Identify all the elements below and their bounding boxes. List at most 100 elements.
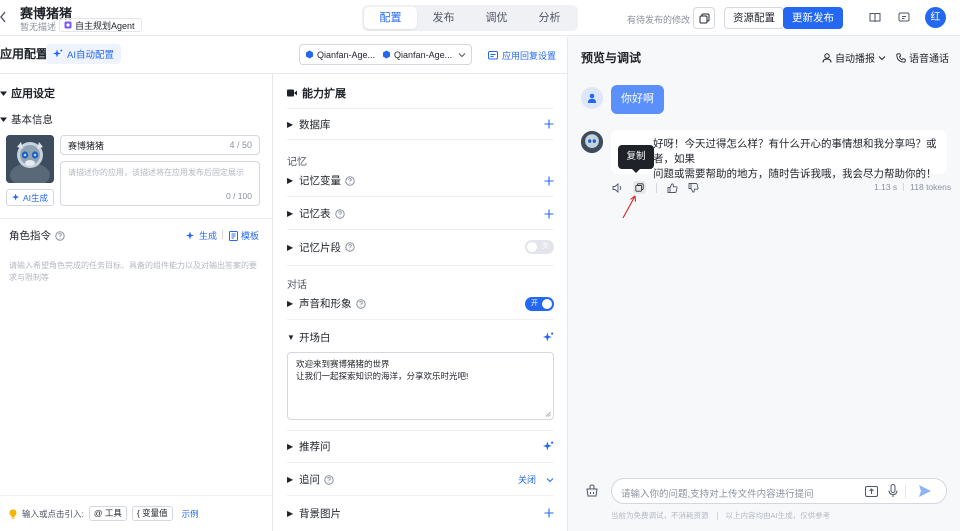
memory-variables-row[interactable]: ▶ 记忆变量 — [287, 165, 554, 197]
chat-input-placeholder: 请输入你的问题,支持对上传文件内容进行提问 — [621, 489, 814, 500]
ai-generate-avatar-button[interactable]: AI生成 — [6, 189, 54, 206]
video-icon — [287, 89, 297, 97]
capability-title: 能力扩展 — [302, 88, 346, 100]
suggested-questions-label: 推荐问 — [299, 441, 331, 453]
voice-image-row[interactable]: ▶ 声音和形象 开 — [287, 288, 554, 320]
template-button[interactable]: 模板 — [229, 229, 259, 242]
tab-analysis[interactable]: 分析 — [523, 7, 576, 29]
resource-config-button[interactable]: 资源配置 — [724, 7, 784, 29]
add-icon[interactable] — [544, 209, 554, 219]
chat-settings-icon — [488, 50, 498, 59]
caret-right-icon: ▶ — [287, 508, 294, 518]
copy-icon — [635, 183, 644, 192]
app-avatar[interactable] — [6, 135, 54, 183]
example-link[interactable]: 示例 — [182, 508, 199, 520]
pending-changes-text: 有待发布的修改 — [627, 15, 691, 25]
opening-row[interactable]: ▼ 开场白 — [287, 321, 554, 353]
agent-type-tag: 自主规划Agent — [59, 18, 142, 32]
preview-footer: 当前为免费调试，不消耗资源 以上内容均由AI生成，仅供参考 — [611, 510, 830, 521]
basic-info-header[interactable]: 基本信息 — [0, 112, 53, 127]
follow-up-row[interactable]: ▶ 追问 关闭 — [287, 464, 554, 496]
book-icon[interactable] — [869, 12, 881, 23]
memory-variables-label: 记忆变量 — [299, 175, 341, 187]
opening-line-1: 欢迎来到赛博猪猪的世界 — [296, 359, 390, 369]
insert-variable-chip[interactable]: { 变量值 — [131, 506, 173, 521]
person-icon — [587, 93, 597, 103]
help-icon[interactable] — [334, 208, 345, 219]
memory-snippets-row[interactable]: ▶ 记忆片段 关 — [287, 231, 554, 263]
sparkle-icon — [11, 193, 20, 201]
app-description-count: 0 / 100 — [226, 191, 252, 201]
add-icon[interactable] — [544, 508, 554, 518]
template-label: 模板 — [241, 231, 260, 241]
background-image-label: 背景图片 — [299, 507, 341, 520]
tab-tuning[interactable]: 调优 — [470, 7, 523, 29]
toggle-knob — [542, 298, 552, 309]
app-name-input[interactable]: 赛博猪猪 4 / 50 — [60, 135, 260, 155]
background-image-row[interactable]: ▶ 背景图片 — [287, 497, 554, 529]
caret-right-icon: ▶ — [287, 209, 294, 218]
follow-up-select[interactable]: 关闭 — [518, 473, 554, 486]
app-description-input[interactable]: 请描述你的应用，该描述将在应用发布后固定展示 0 / 100 — [60, 161, 260, 206]
chevron-down-icon — [458, 52, 466, 57]
tab-config[interactable]: 配置 — [364, 7, 417, 29]
memory-snippets-toggle[interactable]: 关 — [525, 240, 554, 254]
chat-input[interactable]: 请输入你的问题,支持对上传文件内容进行提问 — [611, 478, 947, 504]
divider — [222, 230, 223, 239]
role-instruction-input[interactable]: 请输入希望角色完成的任务目标、具备的组件能力以及对输出答案的要求与限制等 — [9, 260, 264, 284]
feedback-icon[interactable] — [898, 12, 910, 23]
add-icon[interactable] — [544, 119, 554, 129]
agent-type-label: 自主规划Agent — [75, 20, 135, 31]
help-icon[interactable] — [55, 230, 65, 241]
microphone-icon[interactable] — [888, 484, 898, 498]
history-button[interactable] — [693, 7, 715, 29]
divider — [54, 20, 55, 30]
back-arrow-icon[interactable] — [0, 10, 8, 24]
bot-message-line-1: 好呀！今天过得怎么样？有什么开心的事情想和我分享吗？或者，如果 — [653, 138, 937, 165]
insert-tool-chip[interactable]: @ 工具 — [88, 506, 127, 521]
opening-textarea[interactable]: 欢迎来到赛博猪猪的世界 让我们一起探索知识的海洋，分享欢乐时光吧! — [287, 352, 554, 420]
app-description: 暂无描述 — [20, 22, 57, 32]
clear-chat-icon[interactable] — [585, 484, 599, 497]
auto-play-select[interactable]: 自动播报 — [822, 50, 886, 65]
suggested-questions-row[interactable]: ▶ 推荐问 — [287, 431, 554, 463]
help-icon[interactable] — [324, 474, 334, 485]
voice-call-button[interactable]: 语音通话 — [896, 50, 949, 65]
send-icon[interactable] — [918, 484, 932, 498]
voice-image-toggle[interactable]: 开 — [525, 296, 554, 311]
toggle-state-label: 关 — [542, 243, 549, 250]
sparkle-icon[interactable] — [543, 441, 554, 452]
model-icon — [383, 50, 391, 59]
add-icon[interactable] — [544, 176, 554, 186]
caret-right-icon: ▶ — [287, 176, 294, 185]
tab-publish[interactable]: 发布 — [417, 7, 470, 29]
help-icon[interactable] — [345, 175, 355, 186]
database-row[interactable]: ▶ 数据库 — [287, 108, 554, 140]
help-icon[interactable] — [345, 242, 355, 252]
upload-file-icon[interactable] — [865, 485, 878, 497]
sparkle-icon[interactable] — [543, 332, 554, 343]
publish-update-button[interactable]: 更新发布 — [783, 7, 843, 29]
app-settings-header[interactable]: 应用设定 — [0, 85, 55, 101]
reference-hint-bar: 输入或点击引入: @ 工具 { 变量值 示例 — [9, 506, 199, 521]
ai-auto-config-button[interactable]: AI自动配置 — [46, 44, 121, 64]
thumbs-down-icon[interactable] — [688, 182, 699, 193]
reference-hint: 输入或点击引入: — [22, 508, 84, 519]
reply-settings-link[interactable]: 应用回复设置 — [488, 49, 556, 62]
voice-call-label: 语音通话 — [909, 54, 949, 65]
user-avatar[interactable]: 红 — [925, 7, 946, 28]
annotation-arrow — [622, 195, 637, 219]
app-description-placeholder: 请描述你的应用，该描述将在应用发布后固定展示 — [68, 168, 244, 177]
help-icon[interactable] — [355, 298, 366, 309]
copy-icon — [699, 13, 709, 23]
generate-instruction-button[interactable]: 生成 — [186, 229, 217, 242]
model-select[interactable]: Qianfan-Age... Qianfan-Age... — [299, 44, 472, 65]
resize-handle-icon[interactable] — [545, 411, 551, 417]
thumbs-up-icon[interactable] — [667, 182, 678, 193]
token-count: 118 tokens — [910, 182, 952, 192]
speaker-icon[interactable] — [612, 182, 623, 193]
memory-table-row[interactable]: ▶ 记忆表 — [287, 198, 554, 230]
caret-right-icon: ▶ — [287, 242, 294, 252]
ai-auto-config-label: AI自动配置 — [67, 50, 114, 61]
app-name-count: 4 / 50 — [229, 140, 252, 150]
